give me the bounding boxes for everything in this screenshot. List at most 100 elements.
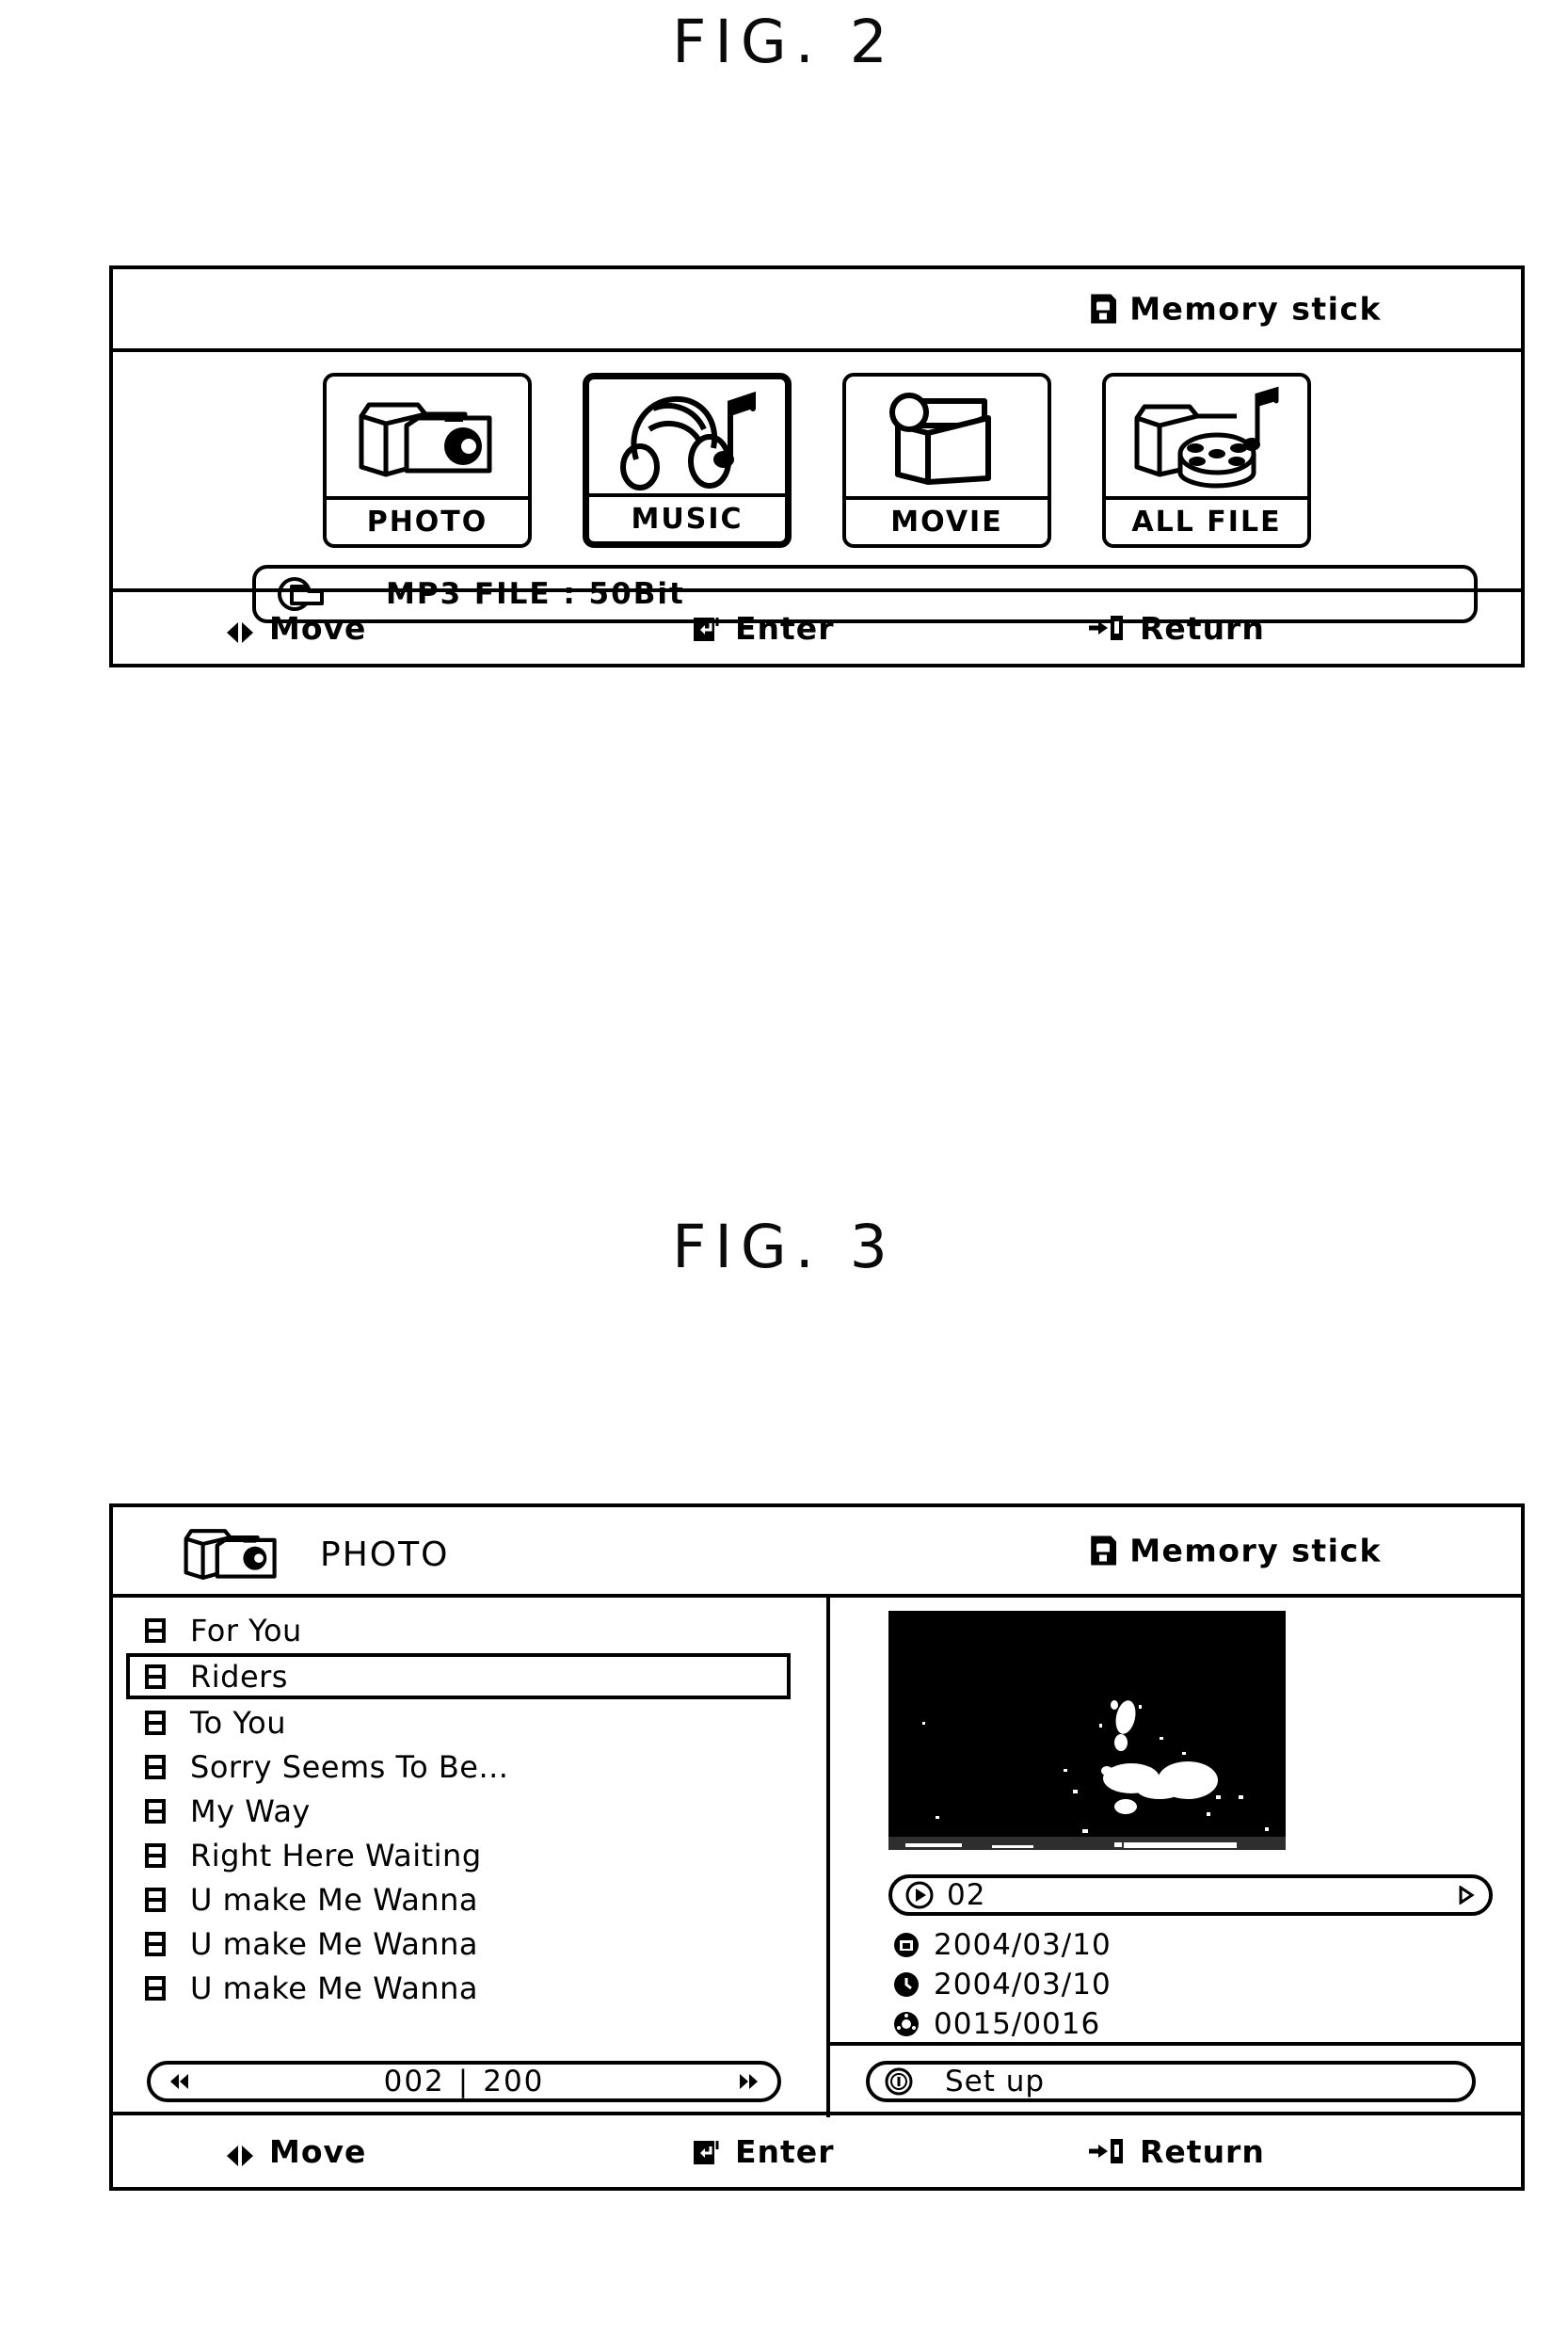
- film-file-icon: [143, 1709, 168, 1737]
- file-list-item-6[interactable]: U make Me Wanna: [113, 1878, 813, 1921]
- folder-camera-icon: [179, 1517, 284, 1592]
- file-list-item-6-name: U make Me Wanna: [190, 1881, 478, 1918]
- hint-move[interactable]: Move: [224, 610, 366, 647]
- camcorder-icon: [846, 377, 1048, 496]
- file-list-item-2-name: To You: [190, 1704, 287, 1741]
- double-left-arrow-icon[interactable]: [166, 2072, 194, 2091]
- pager-total: 200: [483, 2065, 545, 2098]
- file-list-item-7[interactable]: U make Me Wanna: [113, 1922, 813, 1965]
- fig3-title-bar: PHOTO Memory stick: [113, 1507, 1521, 1598]
- tile-music[interactable]: MUSIC: [583, 373, 792, 548]
- enter-key-icon: [692, 614, 722, 642]
- headphones-note-icon: [589, 379, 785, 493]
- setup-button-label: Set up: [945, 2065, 1046, 2098]
- left-right-arrow-icon: [224, 616, 256, 643]
- metadata-row-date-modified: 2004/03/10: [888, 1965, 1493, 2004]
- folder-camera-icon: [327, 377, 528, 496]
- film-file-icon: [143, 1753, 168, 1781]
- hint-enter-label: Enter: [735, 609, 835, 647]
- figure-3-title: FIG. 3: [672, 1213, 896, 1281]
- fig3-main-content: For You Riders To You Sorry Seems To Be.…: [113, 1598, 1521, 2117]
- tile-all-file-label: ALL FILE: [1106, 496, 1307, 544]
- metadata-index-value: 0015/0016: [934, 2007, 1101, 2041]
- fig3-category-title: PHOTO: [320, 1535, 450, 1574]
- file-list-item-8[interactable]: U make Me Wanna: [113, 1967, 813, 2009]
- fig3-device-screen: PHOTO Memory stick For You Riders To You…: [109, 1503, 1525, 2191]
- tile-movie[interactable]: MOVIE: [842, 373, 1051, 548]
- fig3-category-header: PHOTO: [179, 1517, 449, 1592]
- tile-photo[interactable]: PHOTO: [323, 373, 532, 548]
- setup-divider: [830, 2042, 1521, 2046]
- hint-move-label: Move: [269, 2132, 367, 2170]
- fig2-main-content: PHOTO MUSIC MOVIE ALL FILE MP3 FILE: 50…: [113, 352, 1521, 623]
- film-file-icon: [143, 1974, 168, 2002]
- film-file-icon: [143, 1616, 168, 1645]
- file-list-item-2[interactable]: To You: [113, 1701, 813, 1744]
- file-list: For You Riders To You Sorry Seems To Be.…: [113, 1609, 826, 2011]
- film-file-icon: [143, 1797, 168, 1825]
- hint-enter[interactable]: Enter: [692, 610, 834, 647]
- metadata-list: 02 2004/03/10 2004/03/10 0015/0016: [888, 1874, 1493, 2044]
- file-list-item-3-name: Sorry Seems To Be...: [190, 1748, 509, 1785]
- return-key-icon: [1087, 613, 1127, 643]
- file-list-item-5-name: Right Here Waiting: [190, 1837, 482, 1873]
- fig2-footer-hint-bar: Move Enter Return: [113, 588, 1521, 664]
- file-list-item-0[interactable]: For You: [113, 1609, 813, 1651]
- file-list-item-3[interactable]: Sorry Seems To Be...: [113, 1745, 813, 1788]
- fig3-footer-hint-bar: Move Enter Return: [113, 2112, 1521, 2187]
- fig2-device-label-text: Memory stick: [1129, 290, 1382, 328]
- memory-stick-icon: [1091, 1535, 1117, 1566]
- hint-move-label: Move: [269, 609, 367, 647]
- pager-separator: |: [457, 2065, 471, 2098]
- tile-all-file[interactable]: ALL FILE: [1102, 373, 1311, 548]
- left-right-arrow-icon: [224, 2139, 256, 2166]
- enter-key-icon: [692, 2137, 722, 2165]
- hint-move[interactable]: Move: [224, 2133, 366, 2170]
- film-file-icon: [143, 1841, 168, 1870]
- folder-reel-note-icon: [1106, 377, 1307, 496]
- hint-return-label: Return: [1140, 2132, 1265, 2170]
- metadata-row-date-taken: 2004/03/10: [888, 1925, 1493, 1965]
- clock-circle-icon: [892, 1970, 920, 1999]
- film-file-icon: [143, 1886, 168, 1914]
- media-category-tiles: PHOTO MUSIC MOVIE ALL FILE: [113, 373, 1521, 548]
- memory-stick-icon: [1091, 294, 1117, 324]
- file-list-item-5[interactable]: Right Here Waiting: [113, 1834, 813, 1876]
- hint-return[interactable]: Return: [1087, 610, 1265, 647]
- hint-return[interactable]: Return: [1087, 2133, 1265, 2170]
- file-list-item-4[interactable]: My Way: [113, 1790, 813, 1832]
- metadata-row-index: 0015/0016: [888, 2004, 1493, 2044]
- hint-enter[interactable]: Enter: [692, 2133, 834, 2170]
- film-file-icon: [143, 1663, 168, 1691]
- metadata-date-modified-value: 2004/03/10: [934, 1968, 1112, 2001]
- file-list-item-4-name: My Way: [190, 1792, 311, 1829]
- metadata-track-pill[interactable]: 02: [888, 1874, 1493, 1916]
- tile-movie-label: MOVIE: [846, 496, 1048, 544]
- fig2-device-label: Memory stick: [1091, 291, 1382, 328]
- figure-2-title: FIG. 2: [672, 8, 896, 76]
- fig3-device-label-text: Memory stick: [1129, 1532, 1382, 1569]
- setup-button[interactable]: Set up: [866, 2061, 1476, 2102]
- file-list-item-8-name: U make Me Wanna: [190, 1969, 478, 2006]
- pager-current: 002: [383, 2065, 445, 2098]
- hint-enter-label: Enter: [735, 2132, 835, 2170]
- preview-pane: 02 2004/03/10 2004/03/10 0015/0016 Set u…: [830, 1598, 1521, 2117]
- metadata-date-taken-value: 2004/03/10: [934, 1928, 1112, 1962]
- film-file-icon: [143, 1930, 168, 1958]
- triangle-right-icon[interactable]: [1455, 1885, 1476, 1905]
- file-list-pane: For You Riders To You Sorry Seems To Be.…: [113, 1598, 830, 2117]
- fig3-device-label: Memory stick: [1091, 1533, 1382, 1569]
- photo-thumbnail[interactable]: [888, 1611, 1286, 1850]
- double-right-arrow-icon[interactable]: [734, 2072, 762, 2091]
- file-list-pager[interactable]: 002 | 200: [147, 2061, 781, 2102]
- play-circle-icon: [905, 1881, 934, 1909]
- metadata-track-value: 02: [947, 1878, 986, 1912]
- fig2-title-bar: Memory stick: [113, 269, 1521, 352]
- fig2-device-screen: Memory stick PHOTO MUSIC MOVIE ALL FILE …: [109, 265, 1525, 667]
- file-list-item-1[interactable]: Riders: [126, 1653, 791, 1699]
- info-circle-icon: [885, 2067, 913, 2096]
- tile-music-label: MUSIC: [589, 493, 785, 541]
- disc-circle-icon: [892, 2010, 920, 2038]
- file-list-item-1-name: Riders: [190, 1658, 288, 1695]
- tile-photo-label: PHOTO: [327, 496, 528, 544]
